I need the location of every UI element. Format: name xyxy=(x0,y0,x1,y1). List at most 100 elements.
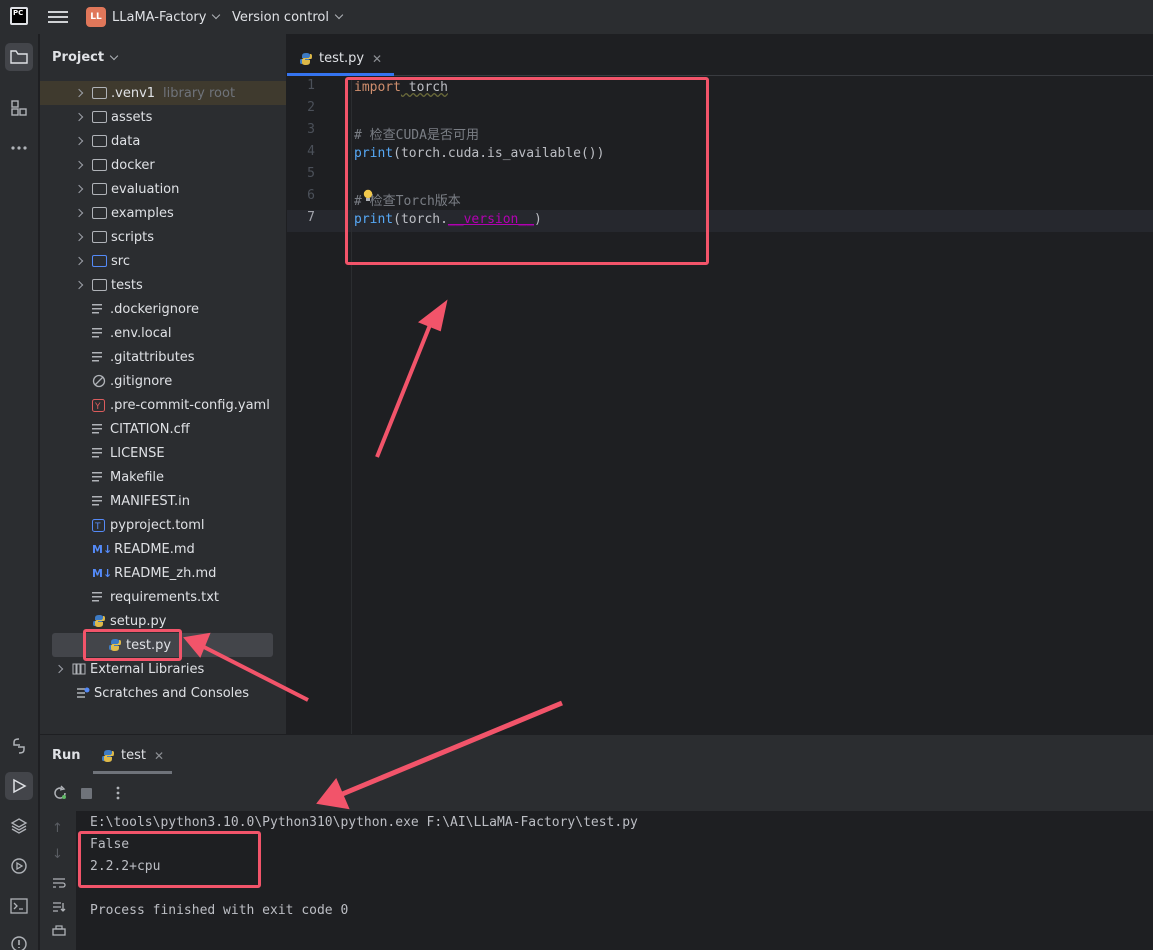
tree-item[interactable]: evaluation xyxy=(74,177,180,201)
tree-item-label: LICENSE xyxy=(110,445,165,461)
console-side-toolbar: ↑ ↓ xyxy=(40,811,76,950)
rerun-icon[interactable] xyxy=(52,785,68,801)
markdown-file-icon: M↓ xyxy=(92,566,113,580)
chevron-right-icon[interactable] xyxy=(74,208,84,218)
yaml-file-icon: Y xyxy=(92,398,105,412)
folder-icon xyxy=(92,279,107,291)
chevron-right-icon[interactable] xyxy=(74,88,84,98)
tree-item[interactable]: M↓ README.md xyxy=(76,537,195,561)
print-icon[interactable] xyxy=(52,925,66,937)
problems-icon[interactable] xyxy=(5,930,33,950)
run-title: Run xyxy=(52,748,81,763)
folder-icon xyxy=(92,207,107,219)
chevron-right-icon[interactable] xyxy=(74,136,84,146)
folder-icon xyxy=(92,183,107,195)
run-tab-test[interactable]: test ✕ xyxy=(93,740,173,774)
pycharm-logo-icon[interactable]: PC xyxy=(10,7,28,25)
close-tab-icon[interactable]: ✕ xyxy=(372,52,382,66)
tree-item[interactable]: docker xyxy=(74,153,155,177)
layers-icon[interactable] xyxy=(5,812,33,840)
tree-item[interactable]: Makefile xyxy=(76,465,164,489)
tree-item-label: .env.local xyxy=(110,325,172,341)
tree-item-label: README.md xyxy=(114,541,195,557)
scroll-down-icon[interactable]: ↓ xyxy=(52,847,63,862)
tree-item-label: src xyxy=(111,253,130,269)
project-name: LLaMA-Factory xyxy=(112,9,207,25)
tree-item[interactable]: examples xyxy=(74,201,174,225)
tree-item[interactable]: Tpyproject.toml xyxy=(76,513,205,537)
tree-item-label: assets xyxy=(111,109,153,125)
project-selector[interactable]: LL LLaMA-Factory xyxy=(86,5,221,29)
tree-item-label: Makefile xyxy=(110,469,165,485)
tree-item[interactable]: .gitignore xyxy=(76,369,172,393)
tree-item[interactable]: M↓ README_zh.md xyxy=(76,561,216,585)
tree-item[interactable]: requirements.txt xyxy=(76,585,219,609)
chevron-right-icon[interactable] xyxy=(74,232,84,242)
tree-item-label: docker xyxy=(111,157,155,173)
terminal-icon[interactable] xyxy=(5,892,33,920)
more-options-icon[interactable] xyxy=(116,786,120,800)
tree-item-label: pyproject.toml xyxy=(110,517,205,533)
chevron-right-icon[interactable] xyxy=(74,280,84,290)
text-file-icon xyxy=(92,352,104,362)
chevron-right-icon[interactable] xyxy=(54,664,64,674)
chevron-right-icon[interactable] xyxy=(74,112,84,122)
line-number: 3 xyxy=(307,122,315,137)
chevron-right-icon[interactable] xyxy=(74,184,84,194)
tree-item-label: .gitignore xyxy=(110,373,173,389)
tree-item[interactable]: LICENSE xyxy=(76,441,165,465)
chevron-down-icon xyxy=(109,51,119,60)
structure-icon[interactable] xyxy=(5,94,33,122)
tab-test-py[interactable]: test.py ✕ xyxy=(287,44,395,76)
python-file-icon xyxy=(102,749,114,762)
tree-item[interactable]: .venv1 library root xyxy=(40,81,286,105)
tree-item[interactable]: src xyxy=(74,249,130,273)
python-packages-icon[interactable] xyxy=(5,732,33,760)
close-tab-icon[interactable]: ✕ xyxy=(154,749,164,763)
hamburger-menu-icon[interactable] xyxy=(48,8,68,26)
tree-item[interactable]: .env.local xyxy=(76,321,171,345)
version-control-selector[interactable]: Version control xyxy=(232,5,344,29)
tree-item[interactable]: tests xyxy=(74,273,143,297)
chevron-down-icon xyxy=(212,10,221,20)
line-number: 4 xyxy=(307,144,315,159)
line-number: 2 xyxy=(307,100,315,115)
tree-item-label: .dockerignore xyxy=(110,301,200,317)
tree-item[interactable]: data xyxy=(74,129,141,153)
run-icon[interactable] xyxy=(5,772,33,800)
console-line-command: E:\tools\python3.10.0\Python310\python.e… xyxy=(90,815,638,830)
console-line-exit: Process finished with exit code 0 xyxy=(90,903,349,918)
run-toolbar xyxy=(40,777,1153,809)
soft-wrap-icon[interactable] xyxy=(52,877,66,889)
project-folder-icon[interactable] xyxy=(5,43,33,71)
folder-icon xyxy=(92,135,107,147)
tree-item[interactable]: .dockerignore xyxy=(76,297,199,321)
tree-item[interactable]: scripts xyxy=(74,225,154,249)
scroll-to-end-icon[interactable] xyxy=(52,901,66,913)
tree-item-label: CITATION.cff xyxy=(110,421,190,437)
tree-item-label: .gitattributes xyxy=(110,349,195,365)
text-file-icon xyxy=(92,328,104,338)
chevron-right-icon[interactable] xyxy=(74,160,84,170)
editor-tab-bar: test.py ✕ xyxy=(287,34,1153,76)
text-file-icon xyxy=(92,496,104,506)
tree-item[interactable]: MANIFEST.in xyxy=(76,489,190,513)
toml-file-icon: T xyxy=(92,518,105,532)
stop-icon[interactable] xyxy=(81,788,92,799)
tree-item[interactable]: .gitattributes xyxy=(76,345,195,369)
tree-item[interactable]: assets xyxy=(74,105,153,129)
project-header[interactable]: Project xyxy=(52,50,119,65)
more-tools-icon[interactable] xyxy=(5,134,33,162)
line-number: 5 xyxy=(307,166,315,181)
tree-item-label: Scratches and Consoles xyxy=(94,685,250,701)
tree-item[interactable]: CITATION.cff xyxy=(76,417,190,441)
chevron-right-icon[interactable] xyxy=(74,256,84,266)
services-icon[interactable] xyxy=(5,852,33,880)
annotation-box-code xyxy=(345,77,709,265)
tree-item-label: evaluation xyxy=(111,181,180,197)
scroll-up-icon[interactable]: ↑ xyxy=(52,821,63,836)
tree-item[interactable]: Scratches and Consoles xyxy=(76,681,249,705)
tree-item-label: data xyxy=(111,133,141,149)
tab-label: test.py xyxy=(319,51,365,66)
tree-item[interactable]: Y .pre-commit-config.yaml xyxy=(76,393,270,417)
